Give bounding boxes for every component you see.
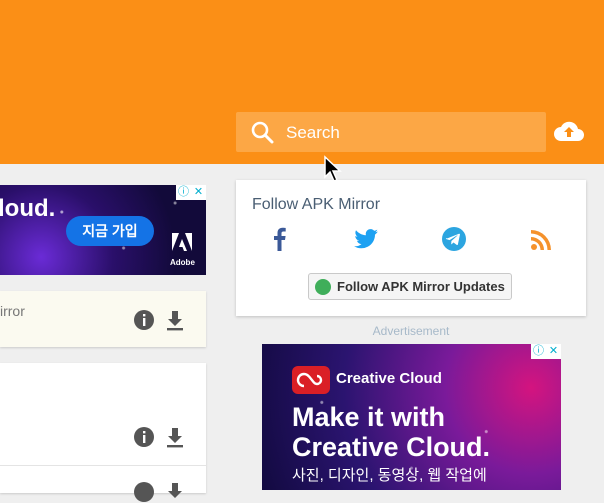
- ad-banner-right[interactable]: Creative Cloud Make it with Creative Clo…: [262, 344, 561, 490]
- ad-choices-badge[interactable]: ⓘ ✕: [531, 344, 561, 359]
- pushbullet-icon: [315, 279, 331, 295]
- ad-headline: Make it with Creative Cloud.: [292, 402, 490, 462]
- adobe-wordmark: Adobe: [170, 258, 195, 267]
- download-icon[interactable]: [164, 426, 186, 448]
- ad-headline-line-1: Make it with: [292, 402, 446, 432]
- info-icon[interactable]: [133, 426, 155, 448]
- ad-choices-badge[interactable]: ⓘ ✕: [176, 185, 206, 200]
- ad-headline-line-2: Creative Cloud.: [292, 432, 491, 462]
- cloud-upload-icon[interactable]: [553, 118, 585, 146]
- ad-brand: Creative Cloud: [336, 370, 442, 387]
- ad-cta-button[interactable]: 지금 가입: [66, 216, 154, 246]
- ad-banner-left[interactable]: loud. 지금 가입 Adobe ⓘ ✕: [0, 185, 206, 275]
- search-placeholder: Search: [286, 123, 340, 142]
- follow-title: Follow APK Mirror: [252, 196, 381, 213]
- telegram-icon[interactable]: [440, 225, 468, 253]
- twitter-icon[interactable]: [352, 225, 380, 253]
- ad-close-icon[interactable]: ✕: [546, 344, 561, 359]
- facebook-icon[interactable]: [266, 225, 294, 253]
- search-icon: [251, 121, 274, 144]
- ad-info-icon[interactable]: ⓘ: [176, 185, 191, 200]
- mouse-cursor-icon: [324, 155, 342, 182]
- follow-panel: Follow APK Mirror Follow APK Mirror Upda…: [236, 180, 586, 316]
- follow-updates-label: Follow APK Mirror Updates: [337, 279, 505, 294]
- advertisement-label: Advertisement: [372, 324, 450, 338]
- search-input[interactable]: Search: [236, 112, 546, 152]
- adobe-logo: Adobe: [170, 233, 195, 267]
- divider: [0, 465, 206, 466]
- list-item[interactable]: irror: [0, 291, 206, 347]
- ad-close-icon[interactable]: ✕: [191, 185, 206, 200]
- rss-icon[interactable]: [528, 225, 556, 253]
- info-icon[interactable]: [133, 481, 155, 503]
- creative-cloud-glyph-icon: [296, 372, 323, 388]
- follow-updates-button[interactable]: Follow APK Mirror Updates: [308, 273, 512, 300]
- ad-subline: 사진, 디자인, 동영상, 웹 작업에: [292, 467, 487, 484]
- info-icon[interactable]: [133, 309, 155, 331]
- list-item-text: irror: [0, 303, 25, 319]
- header-bar: Search: [0, 0, 604, 164]
- download-icon[interactable]: [164, 309, 186, 331]
- list-item[interactable]: [0, 363, 206, 502]
- adobe-icon: [172, 233, 192, 251]
- ad-headline: loud.: [0, 195, 56, 222]
- download-icon[interactable]: [164, 481, 186, 503]
- creative-cloud-logo-icon: [292, 366, 330, 394]
- ad-info-icon[interactable]: ⓘ: [531, 344, 546, 359]
